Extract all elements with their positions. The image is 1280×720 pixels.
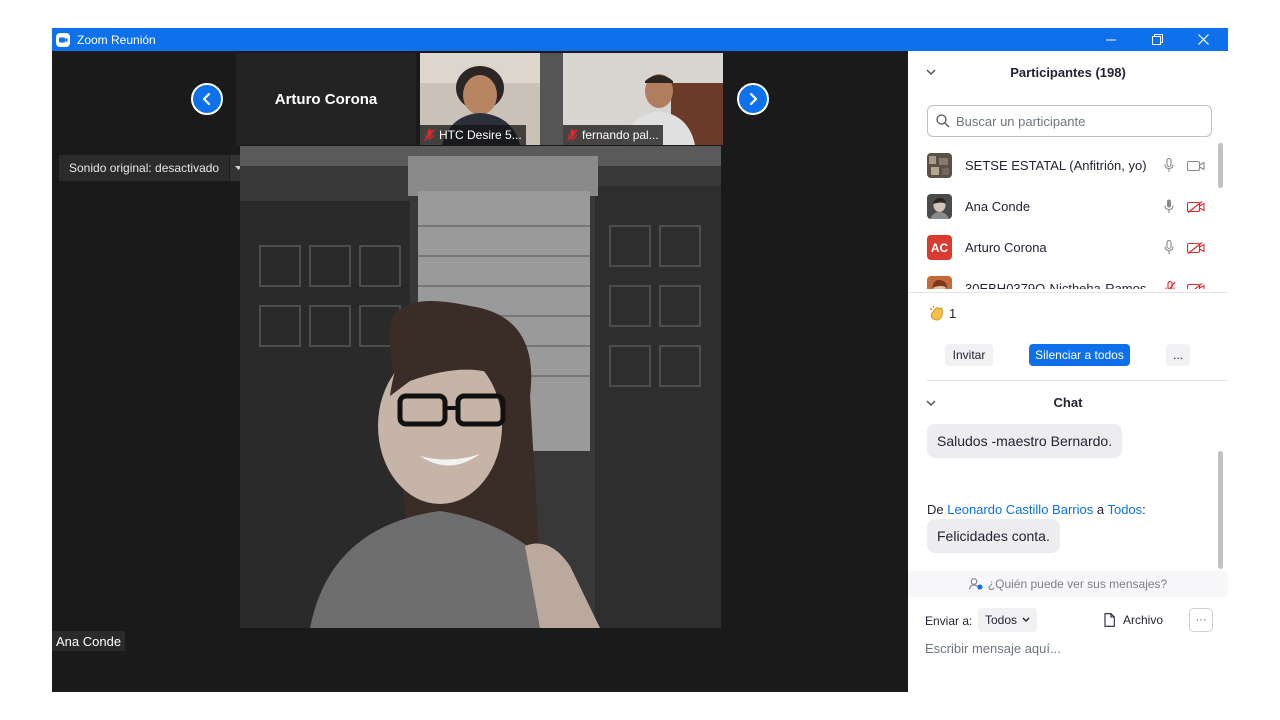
previous-page-button[interactable] [191, 83, 223, 115]
avatar [927, 194, 952, 219]
sender-link[interactable]: Leonardo Castillo Barrios [947, 502, 1093, 517]
send-to-dropdown[interactable]: Todos [978, 608, 1038, 632]
chat-message: Felicidades conta. [927, 519, 1060, 553]
divider [908, 292, 1228, 293]
participant-thumbnail[interactable]: HTC Desire 5... [420, 53, 580, 145]
avatar: AC [927, 235, 952, 260]
participant-thumbnail[interactable]: fernando pal... [563, 53, 723, 145]
video-off-icon[interactable] [1187, 200, 1205, 213]
reactions-summary: 1 [928, 305, 956, 322]
chat-message: Saludos -maestro Bernardo. [927, 424, 1123, 458]
file-button[interactable]: Archivo [1104, 608, 1163, 632]
active-speaker-video [240, 146, 721, 628]
speaker-video-image [240, 146, 721, 628]
more-options-button[interactable]: ... [1166, 344, 1190, 366]
mute-all-button[interactable]: Silenciar a todos [1029, 344, 1130, 366]
chat-message-meta: De Leonardo Castillo Barrios a Todos: [927, 502, 1146, 517]
participant-name: Ana Conde [965, 199, 1031, 214]
participant-search-input[interactable] [956, 113, 1196, 129]
chat-title: Chat [1053, 395, 1083, 410]
close-button[interactable] [1180, 28, 1226, 51]
participant-row[interactable]: SETSE ESTATAL (Anfitrión, yo) [908, 145, 1220, 186]
chevron-right-icon [749, 92, 758, 106]
next-page-button[interactable] [737, 83, 769, 115]
person-icon [968, 578, 983, 590]
chat-more-button[interactable]: ··· [1189, 608, 1213, 632]
participant-label: HTC Desire 5... [420, 125, 526, 145]
chevron-down-icon [1022, 617, 1030, 622]
title-bar: Zoom Reunión [52, 28, 1228, 51]
original-sound-label[interactable]: Sonido original: desactivado [59, 155, 230, 181]
chat-scrollbar[interactable] [1218, 451, 1223, 569]
zoom-window: Zoom Reunión Arturo Corona HTC Desire 5.… [52, 28, 1228, 692]
mic-muted-icon [567, 129, 578, 141]
microphone-icon[interactable] [1164, 158, 1174, 173]
mic-muted-icon [424, 129, 435, 141]
active-speaker-name: Ana Conde [52, 631, 126, 651]
microphone-icon[interactable] [1164, 240, 1174, 255]
side-panel: Participantes (198) SETSE ESTATAL (Anfit… [908, 51, 1228, 692]
avatar [927, 153, 952, 178]
chevron-left-icon [202, 92, 211, 106]
participant-name: SETSE ESTATAL (Anfitrión, yo) [965, 158, 1147, 173]
search-icon [936, 114, 950, 128]
participant-row[interactable]: Ana Conde [908, 186, 1220, 227]
participant-name: 30EBH0379Q-Nictheha-Ramos ... [965, 281, 1155, 289]
video-camera-icon[interactable] [1187, 160, 1205, 172]
microphone-icon[interactable] [1164, 199, 1174, 214]
participant-row[interactable]: 30EBH0379Q-Nictheha-Ramos ... [908, 268, 1220, 289]
video-area: Arturo Corona HTC Desire 5... fernando p… [52, 51, 908, 692]
invite-button[interactable]: Invitar [945, 344, 993, 366]
send-to-label: Enviar a: [925, 614, 973, 628]
participant-tile-name: Arturo Corona [274, 90, 378, 108]
participants-title: Participantes (198) [1010, 65, 1126, 80]
divider [926, 380, 1228, 381]
who-can-see-messages-link[interactable]: ¿Quién puede ver sus mensajes? [908, 571, 1228, 597]
video-off-icon[interactable] [1187, 282, 1205, 290]
participant-name: Arturo Corona [965, 240, 1047, 255]
file-icon [1104, 613, 1115, 627]
recipient-link[interactable]: Todos [1107, 502, 1142, 517]
chat-message-input[interactable] [925, 635, 1215, 661]
participant-list-scrollbar[interactable] [1218, 143, 1223, 293]
participant-list: SETSE ESTATAL (Anfitrión, yo) Ana Conde … [908, 145, 1220, 289]
participant-tile-arturo[interactable]: Arturo Corona [236, 53, 416, 145]
minimize-button[interactable] [1088, 28, 1134, 51]
window-title: Zoom Reunión [77, 32, 156, 47]
avatar [927, 276, 952, 289]
original-sound-dropdown[interactable]: Sonido original: desactivado [59, 155, 248, 181]
clapping-hands-icon [929, 305, 943, 321]
participant-search-box[interactable] [927, 105, 1212, 137]
restore-button[interactable] [1134, 28, 1180, 51]
zoom-app-icon [56, 32, 70, 47]
mic-muted-icon[interactable] [1164, 281, 1176, 289]
participant-row[interactable]: AC Arturo Corona [908, 227, 1220, 268]
reaction-count: 1 [949, 306, 957, 321]
participant-label: fernando pal... [563, 125, 663, 145]
video-off-icon[interactable] [1187, 241, 1205, 254]
